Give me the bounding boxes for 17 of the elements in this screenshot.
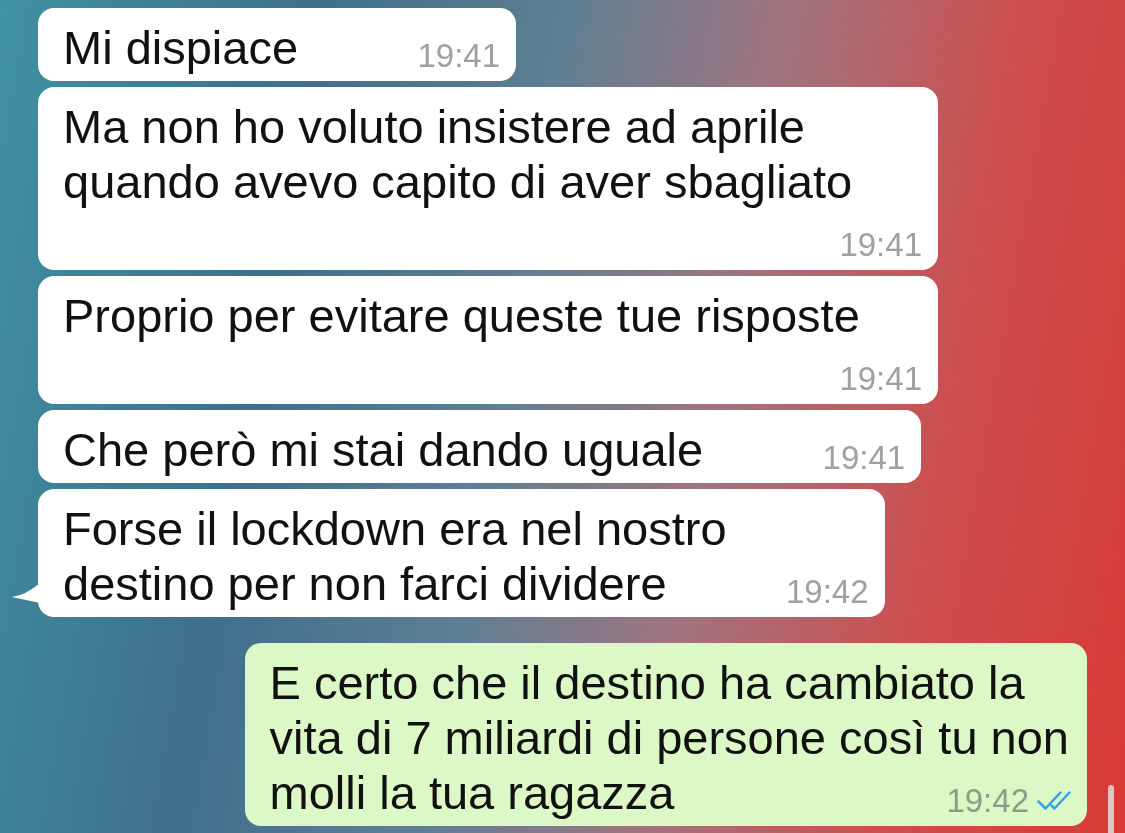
message-time: 19:42 xyxy=(785,575,869,608)
message-time: 19:41 xyxy=(839,362,922,395)
message-text: vita di 7 miliardi di persone così tu non xyxy=(269,710,1069,765)
message-text: Proprio per evitare queste tue risposte xyxy=(63,289,860,342)
message-text: Ma non ho voluto insistere ad aprile xyxy=(63,99,805,154)
message-text: destino per non farci dividere xyxy=(63,557,667,610)
message-time: 19:42 xyxy=(946,784,1029,817)
message-time: 19:41 xyxy=(417,39,501,72)
message-text: molli la tua ragazza xyxy=(269,766,675,819)
message-text: E certo che il destino ha cambiato la xyxy=(269,655,1025,710)
scrollbar-thumb[interactable] xyxy=(1108,785,1114,833)
message-text: Mi dispiace xyxy=(63,21,299,74)
message-text: quando avevo capito di aver sbagliato xyxy=(63,155,853,208)
message-text: Forse il lockdown era nel nostro xyxy=(63,501,727,556)
message-time: 19:41 xyxy=(822,441,906,474)
message-text: Che però mi stai dando uguale xyxy=(63,423,704,476)
message-time: 19:41 xyxy=(839,228,922,261)
